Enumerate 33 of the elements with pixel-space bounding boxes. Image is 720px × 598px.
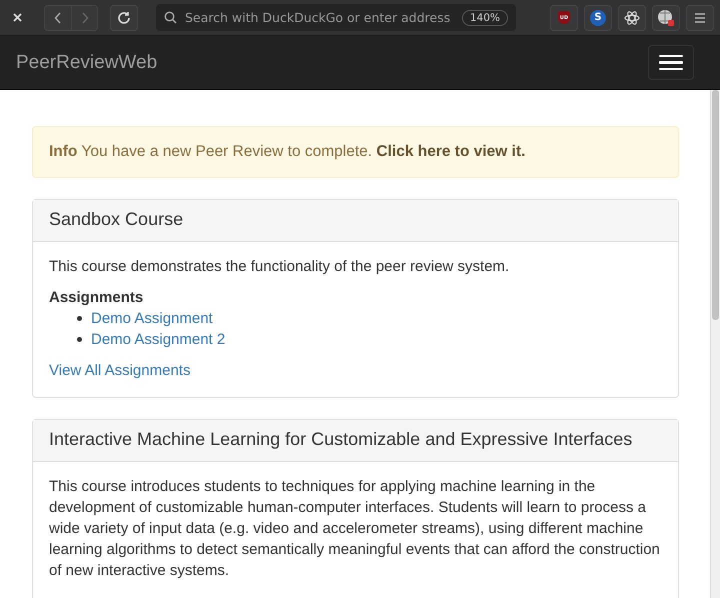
- back-button[interactable]: [45, 6, 71, 30]
- extension-button[interactable]: [618, 4, 646, 30]
- assignments-heading: Assignments: [49, 288, 144, 308]
- close-icon: [12, 13, 22, 22]
- menu-button[interactable]: [686, 4, 714, 30]
- address-bar[interactable]: Search with DuckDuckGo or enter address 140%: [156, 4, 516, 31]
- course-description: This course demonstrates the functionality of the peer review system.: [49, 257, 510, 277]
- back-icon: [54, 12, 62, 24]
- extension-button[interactable]: S: [584, 4, 612, 30]
- forward-icon: [80, 12, 88, 24]
- course-description: This course introduces students to techniques for applying machine learning in the development of customizable human-computer interfaces. Students will learn to process a wide variety of input data (e.g. video and accelerometer streams), using different machine learning algorithms to detect semantically meaningful events that can afford the construction of new interactive systems.: [49, 477, 661, 581]
- course-title: Sandbox Course: [33, 200, 678, 242]
- brand-title[interactable]: PeerReviewWeb: [16, 52, 158, 74]
- scrollbar[interactable]: [710, 90, 720, 598]
- assignment-link[interactable]: Demo Assignment 2: [91, 329, 226, 350]
- reload-icon: [117, 10, 131, 24]
- atom-icon: [624, 10, 640, 26]
- menu-icon: [694, 12, 706, 22]
- alert-text: Info You have a new Peer Review to complete.: [49, 143, 372, 160]
- course-title: Interactive Machine Learning for Customizable and Expressive Interfaces: [33, 420, 678, 462]
- extension-button[interactable]: [652, 4, 680, 30]
- extension-icon: S: [590, 10, 606, 26]
- menu-button[interactable]: [648, 45, 694, 80]
- assignment-link[interactable]: Demo Assignment: [91, 308, 213, 329]
- globe-icon: [657, 8, 675, 26]
- view-all-link[interactable]: View All Assignments: [49, 362, 190, 379]
- address-input[interactable]: Search with DuckDuckGo or enter address: [183, 9, 456, 26]
- bullet-icon: [77, 337, 82, 342]
- reload-button[interactable]: [110, 4, 138, 30]
- view-review-link[interactable]: Click here to view it.: [376, 143, 526, 160]
- bullet-icon: [77, 316, 82, 321]
- zoom-level[interactable]: 140%: [462, 10, 508, 26]
- search-icon: [164, 11, 177, 24]
